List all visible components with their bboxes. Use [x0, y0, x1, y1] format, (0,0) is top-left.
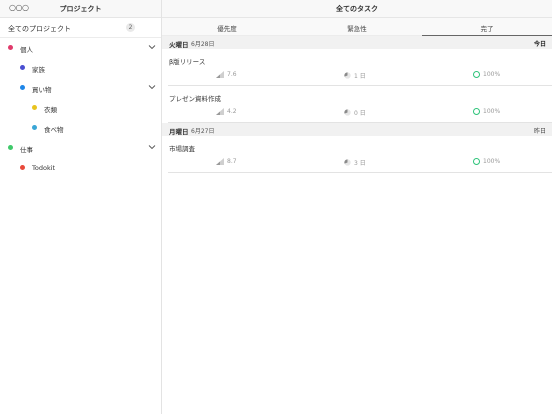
- project-item[interactable]: 家族: [0, 58, 161, 78]
- priority-metric: 8.7: [216, 158, 237, 165]
- all-projects-item[interactable]: 全てのプロジェクト 2: [0, 18, 161, 38]
- completion-metric: 100%: [473, 71, 500, 78]
- tab-label: 優先度: [217, 25, 237, 33]
- tab-label: 完了: [480, 25, 494, 33]
- project-label: 買い物: [32, 86, 52, 94]
- urgency-value: 0 日: [354, 110, 366, 117]
- app-window: ○○○ プロジェクト 全てのプロジェクト 2 個人家族買い物衣類食べ物仕事 Tod…: [0, 0, 552, 414]
- task-name: 市場調査: [169, 145, 195, 153]
- section-date: 6月27日: [191, 128, 215, 135]
- pie-clock-icon: [344, 109, 351, 116]
- tab-label: 緊急性: [347, 25, 367, 33]
- task-list: 火曜日 6月28日 今日 β版リリース 7.6 1 日 100% プレゼン資料作成 4.2 0 日…: [162, 36, 552, 173]
- priority-value: 7.6: [227, 71, 237, 78]
- tab-completed[interactable]: 完了: [422, 18, 552, 36]
- project-color-dot: [32, 125, 37, 130]
- urgency-metric: 0 日: [344, 108, 366, 117]
- urgency-value: 1 日: [354, 73, 366, 80]
- urgency-value: 3 日: [354, 160, 366, 167]
- section-relative-day: 今日: [533, 41, 546, 48]
- priority-value: 8.7: [227, 158, 237, 165]
- all-projects-label: 全てのプロジェクト: [8, 25, 71, 33]
- project-count-badge: 2: [126, 23, 135, 32]
- task-name: プレゼン資料作成: [169, 95, 221, 103]
- pie-clock-icon: [344, 159, 351, 166]
- task-row[interactable]: β版リリース 7.6 1 日 100%: [168, 49, 552, 86]
- completion-value: 100%: [483, 108, 501, 115]
- section-relative-day: 昨日: [533, 128, 546, 135]
- project-label: 食べ物: [44, 126, 64, 134]
- priority-metric: 7.6: [216, 71, 237, 78]
- section-date: 6月28日: [191, 41, 215, 48]
- project-label: Todokit: [32, 164, 56, 172]
- project-item[interactable]: Todokit: [0, 158, 161, 178]
- project-item[interactable]: 食べ物: [0, 118, 161, 138]
- signal-bars-icon: [216, 71, 224, 78]
- project-item[interactable]: 買い物: [0, 78, 161, 98]
- pie-clock-icon: [344, 72, 351, 79]
- task-name: β版リリース: [169, 58, 206, 66]
- completion-metric: 100%: [473, 158, 500, 165]
- signal-bars-icon: [216, 108, 224, 115]
- project-item[interactable]: 仕事: [0, 138, 161, 158]
- main-header: 全てのタスク: [162, 0, 552, 18]
- project-color-dot: [20, 65, 25, 70]
- sidebar-header: ○○○ プロジェクト: [0, 0, 161, 18]
- task-row[interactable]: プレゼン資料作成 4.2 0 日 100%: [168, 86, 552, 123]
- signal-bars-icon: [216, 158, 224, 165]
- project-color-dot: [8, 45, 13, 50]
- project-color-dot: [32, 105, 37, 110]
- project-color-dot: [20, 165, 25, 170]
- completion-ring-icon: [473, 108, 480, 115]
- task-row[interactable]: 市場調査 8.7 3 日 100%: [168, 136, 552, 173]
- completion-value: 100%: [483, 158, 501, 165]
- urgency-metric: 1 日: [344, 71, 366, 80]
- sort-tabs: 優先度 緊急性 完了: [162, 18, 552, 36]
- chevron-down-icon[interactable]: [147, 82, 157, 92]
- section-day: 火曜日: [169, 41, 189, 49]
- sidebar-title: プロジェクト: [59, 5, 102, 13]
- project-color-dot: [20, 85, 25, 90]
- main-panel: 全てのタスク 優先度 緊急性 完了 火曜日 6月28日 今日 β版リリース 7.6 1 日…: [162, 0, 552, 414]
- priority-value: 4.2: [227, 108, 237, 115]
- tab-urgency[interactable]: 緊急性: [292, 18, 422, 35]
- completion-metric: 100%: [473, 108, 500, 115]
- chevron-down-icon[interactable]: [147, 42, 157, 52]
- tab-priority[interactable]: 優先度: [162, 18, 292, 35]
- date-section-header: 火曜日 6月28日 今日: [162, 36, 552, 49]
- project-label: 家族: [32, 66, 45, 74]
- completion-ring-icon: [473, 71, 480, 78]
- project-label: 個人: [20, 46, 33, 54]
- priority-metric: 4.2: [216, 108, 237, 115]
- date-section-header: 月曜日 6月27日 昨日: [162, 123, 552, 136]
- project-item[interactable]: 個人: [0, 38, 161, 58]
- completion-value: 100%: [483, 71, 501, 78]
- project-label: 衣類: [44, 106, 57, 114]
- sidebar: ○○○ プロジェクト 全てのプロジェクト 2 個人家族買い物衣類食べ物仕事 Tod…: [0, 0, 162, 414]
- project-item[interactable]: 衣類: [0, 98, 161, 118]
- page-title: 全てのタスク: [336, 5, 378, 13]
- project-list: 個人家族買い物衣類食べ物仕事 Todokit: [0, 38, 161, 178]
- chevron-down-icon[interactable]: [147, 142, 157, 152]
- completion-ring-icon: [473, 158, 480, 165]
- project-label: 仕事: [20, 146, 33, 154]
- section-day: 月曜日: [169, 128, 189, 136]
- project-color-dot: [8, 145, 13, 150]
- urgency-metric: 3 日: [344, 158, 366, 167]
